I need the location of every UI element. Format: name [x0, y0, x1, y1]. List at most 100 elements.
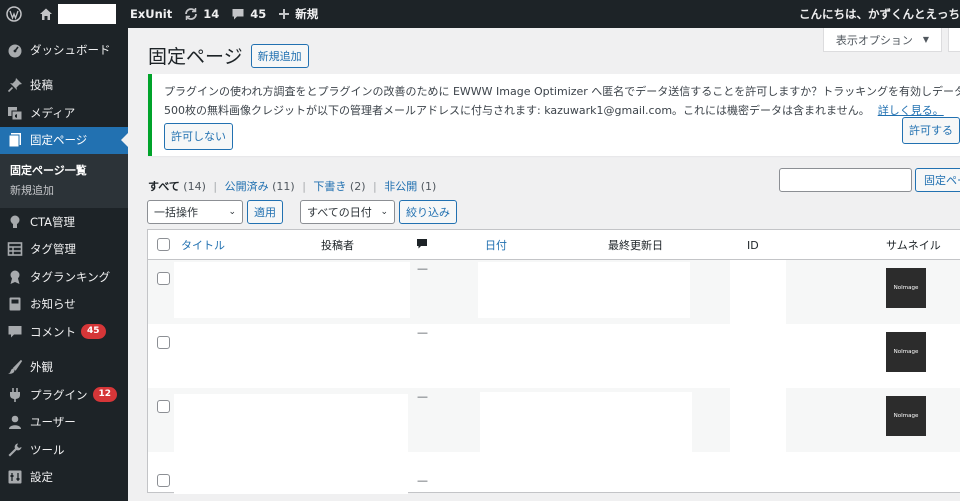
allow-button[interactable]: 許可する — [902, 117, 960, 144]
column-modified: 最終更新日 — [608, 239, 663, 252]
new-content-menu[interactable]: 新規 — [272, 0, 324, 28]
comments-count: 45 — [250, 7, 267, 21]
site-name-redacted — [58, 4, 116, 24]
wp-logo-menu[interactable] — [0, 0, 33, 28]
column-date[interactable]: 日付 — [485, 230, 507, 260]
sidebar-item-label: コメント — [30, 324, 76, 339]
page-icon — [6, 131, 24, 149]
filter-draft[interactable]: 下書き — [313, 180, 346, 193]
pin-icon — [6, 76, 24, 94]
screen-options-label: 表示オプション — [835, 33, 913, 47]
user-icon — [6, 413, 24, 431]
submenu-label: 新規追加 — [10, 184, 54, 197]
row-checkbox[interactable] — [157, 400, 170, 413]
learn-more-link[interactable]: 詳しく見る。 — [878, 104, 944, 117]
sidebar-item-label: ダッシュボード — [30, 42, 111, 57]
comment-count: — — [417, 390, 428, 403]
sidebar-item-label: プラグイン — [30, 387, 88, 402]
comment-icon — [416, 238, 428, 253]
exunit-menu[interactable]: ExUnit — [124, 0, 178, 28]
add-new-button[interactable]: 新規追加 — [250, 43, 309, 68]
admin-sidebar: ダッシュボード 投稿 メディア 固定ページ 固定ページ一覧 新規追加 CTA管理… — [0, 28, 128, 501]
column-author: 投稿者 — [321, 239, 354, 252]
column-thumbnail: サムネイル — [886, 239, 941, 252]
date-filter-select[interactable]: すべての日付 ⌄ — [300, 200, 395, 224]
account-menu[interactable]: こんにちは、かずくんとえっち — [793, 0, 960, 28]
lightbulb-icon — [6, 213, 24, 231]
sidebar-item-cta[interactable]: CTA管理 — [0, 208, 128, 236]
sidebar-item-settings[interactable]: 設定 — [0, 464, 128, 492]
deny-button[interactable]: 許可しない — [164, 123, 233, 150]
sidebar-item-users[interactable]: ユーザー — [0, 409, 128, 437]
main-content: 表示オプション ▼ 固定ページ 新規追加 プラグインの使われ方調査をとプラグイン… — [128, 28, 960, 501]
bulk-action-value: 一括操作 — [154, 206, 198, 219]
settings-icon — [6, 468, 24, 486]
title-row: 固定ページ 新規追加 — [148, 42, 309, 69]
updates-menu[interactable]: 14 — [178, 0, 225, 28]
redacted-date — [478, 262, 690, 318]
sidebar-item-news[interactable]: お知らせ — [0, 291, 128, 319]
sidebar-item-label: 固定ページ — [30, 133, 88, 148]
filter-button[interactable]: 絞り込み — [399, 200, 457, 224]
screen-options-button[interactable]: 表示オプション ▼ — [822, 28, 942, 52]
filter-count: (1) — [420, 180, 437, 193]
submenu-label: 固定ページ一覧 — [10, 164, 87, 177]
thumbnail-label: NoImage — [893, 413, 919, 419]
sidebar-item-comments[interactable]: コメント 45 — [0, 318, 128, 346]
search-input[interactable] — [779, 168, 912, 192]
admin-bar: ExUnit 14 45 新規 こんにちは、かずくんとえっち — [0, 0, 960, 28]
updates-count: 14 — [203, 7, 220, 21]
sidebar-item-label: 外観 — [30, 360, 53, 375]
row-checkbox[interactable] — [157, 474, 170, 487]
sidebar-item-label: お知らせ — [30, 297, 76, 312]
column-comments[interactable] — [416, 230, 428, 260]
search-pages-button[interactable]: 固定ペー — [915, 168, 960, 192]
sidebar-item-appearance[interactable]: 外観 — [0, 354, 128, 382]
redacted-id — [730, 388, 786, 452]
sidebar-item-dashboard[interactable]: ダッシュボード — [0, 36, 128, 64]
sidebar-item-tag-ranking[interactable]: タグランキング — [0, 263, 128, 291]
table-row: — NoImage — [148, 324, 960, 388]
pages-submenu: 固定ページ一覧 新規追加 — [0, 154, 128, 208]
filter-count: (11) — [272, 180, 295, 193]
comments-menu[interactable]: 45 — [225, 0, 272, 28]
sidebar-item-media[interactable]: メディア — [0, 99, 128, 127]
row-checkbox[interactable] — [157, 272, 170, 285]
comment-count: — — [417, 262, 428, 275]
pages-table: タイトル 投稿者 日付 最終更新日 ID サムネイル — NoImage — N… — [147, 229, 960, 494]
caret-down-icon: ▼ — [922, 35, 929, 44]
filter-private[interactable]: 非公開 — [384, 180, 417, 193]
filter-all[interactable]: すべて — [148, 180, 180, 193]
sidebar-item-pages[interactable]: 固定ページ — [0, 126, 128, 154]
sidebar-item-label: CTA管理 — [30, 214, 76, 229]
bulk-action-select[interactable]: 一括操作 ⌄ — [147, 200, 243, 224]
row-checkbox[interactable] — [157, 336, 170, 349]
sidebar-item-posts[interactable]: 投稿 — [0, 72, 128, 100]
filter-count: (2) — [349, 180, 366, 193]
sidebar-item-tag-manager[interactable]: タグ管理 — [0, 236, 128, 264]
sidebar-item-tools[interactable]: ツール — [0, 436, 128, 464]
chevron-down-icon: ⌄ — [380, 207, 388, 217]
submenu-all-pages[interactable]: 固定ページ一覧 — [0, 160, 128, 180]
table-row: — — [148, 452, 960, 494]
help-tab[interactable] — [948, 28, 960, 52]
table-header: タイトル 投稿者 日付 最終更新日 ID サムネイル — [148, 230, 960, 260]
plugin-icon — [6, 386, 24, 404]
book-icon — [6, 295, 24, 313]
apply-button[interactable]: 適用 — [247, 200, 283, 224]
wordpress-icon — [6, 6, 22, 22]
thumbnail-noimage: NoImage — [886, 268, 926, 308]
comment-count: — — [417, 474, 428, 487]
select-all-checkbox[interactable] — [157, 238, 170, 251]
notice-line-2: 500枚の無料画像クレジットが以下の管理者メールアドレスに付与されます: kaz… — [164, 101, 960, 120]
sidebar-item-plugins[interactable]: プラグイン 12 — [0, 381, 128, 409]
filter-published[interactable]: 公開済み — [225, 180, 269, 193]
column-title[interactable]: タイトル — [181, 230, 225, 260]
comment-icon — [6, 323, 24, 341]
submenu-add-new[interactable]: 新規追加 — [0, 180, 128, 200]
exunit-label: ExUnit — [130, 7, 173, 21]
comment-count: — — [417, 326, 428, 339]
site-menu[interactable] — [33, 0, 124, 28]
